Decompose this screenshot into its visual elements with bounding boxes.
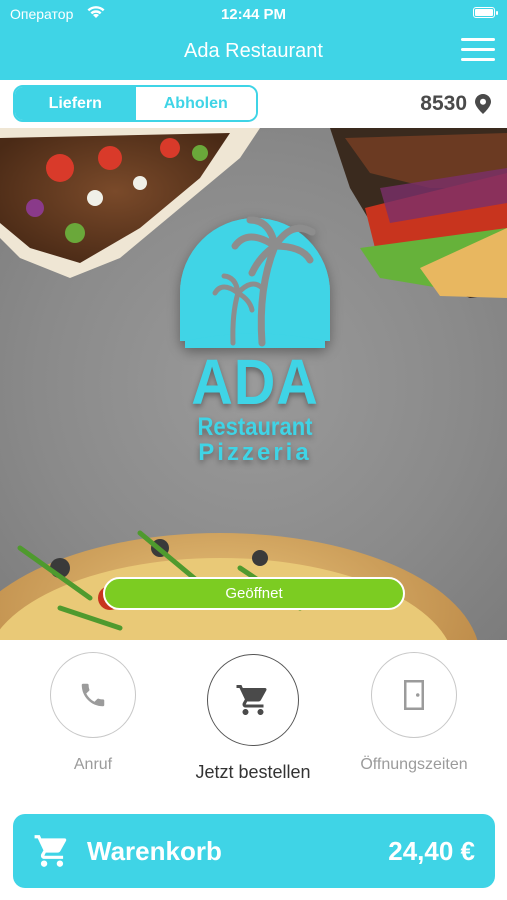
order-now-circle: [207, 654, 299, 746]
page-title: Ada Restaurant: [184, 40, 323, 62]
location-selector[interactable]: 8530: [420, 92, 491, 116]
clock: 12:44 PM: [220, 6, 287, 23]
opening-hours-circle: [371, 652, 457, 738]
order-mode-toggle: Liefern Abholen: [13, 85, 258, 122]
postcode: 8530: [420, 92, 467, 115]
order-now-button[interactable]: Jetzt bestellen: [183, 654, 323, 783]
cart-total: 24,40 €: [388, 836, 475, 866]
tab-liefern[interactable]: Liefern: [15, 87, 136, 120]
logo-subtitle: Restaurant: [197, 413, 313, 441]
open-status-badge: Geöffnet: [103, 577, 405, 610]
logo-title: ADA: [191, 346, 319, 418]
hamburger-menu-icon[interactable]: [461, 38, 495, 64]
logo-text: ADA Restaurant Pizzeria: [180, 350, 330, 466]
map-pin-icon: [475, 94, 491, 114]
action-row: Anruf Jetzt bestellen Öffnungszeiten: [0, 640, 507, 800]
call-circle: [50, 652, 136, 738]
battery-icon: [473, 7, 498, 18]
cart-icon: [236, 685, 267, 715]
opening-hours-button[interactable]: Öffnungszeiten: [350, 652, 478, 774]
order-now-label: Jetzt bestellen: [195, 762, 311, 782]
order-mode-bar: Liefern Abholen 8530: [0, 80, 507, 128]
status-bar: Оператор 12:44 PM: [0, 0, 507, 28]
door-icon: [404, 680, 424, 710]
hero-banner: ADA Restaurant Pizzeria: [0, 128, 507, 640]
burger-image: [330, 128, 507, 298]
call-label: Anruf: [73, 756, 113, 773]
call-button[interactable]: Anruf: [50, 652, 136, 774]
phone-icon: [81, 683, 105, 707]
cart-label: Warenkorb: [87, 836, 222, 866]
restaurant-logo: [180, 216, 330, 348]
app-header: Оператор 12:44 PM Ada Restaurant: [0, 0, 507, 80]
cart-icon: [34, 835, 67, 867]
tab-abholen[interactable]: Abholen: [135, 87, 256, 120]
logo-tagline: Pizzeria: [198, 439, 312, 466]
opening-hours-label: Öffnungszeiten: [360, 756, 468, 773]
cart-button[interactable]: Warenkorb 24,40 €: [13, 814, 495, 888]
